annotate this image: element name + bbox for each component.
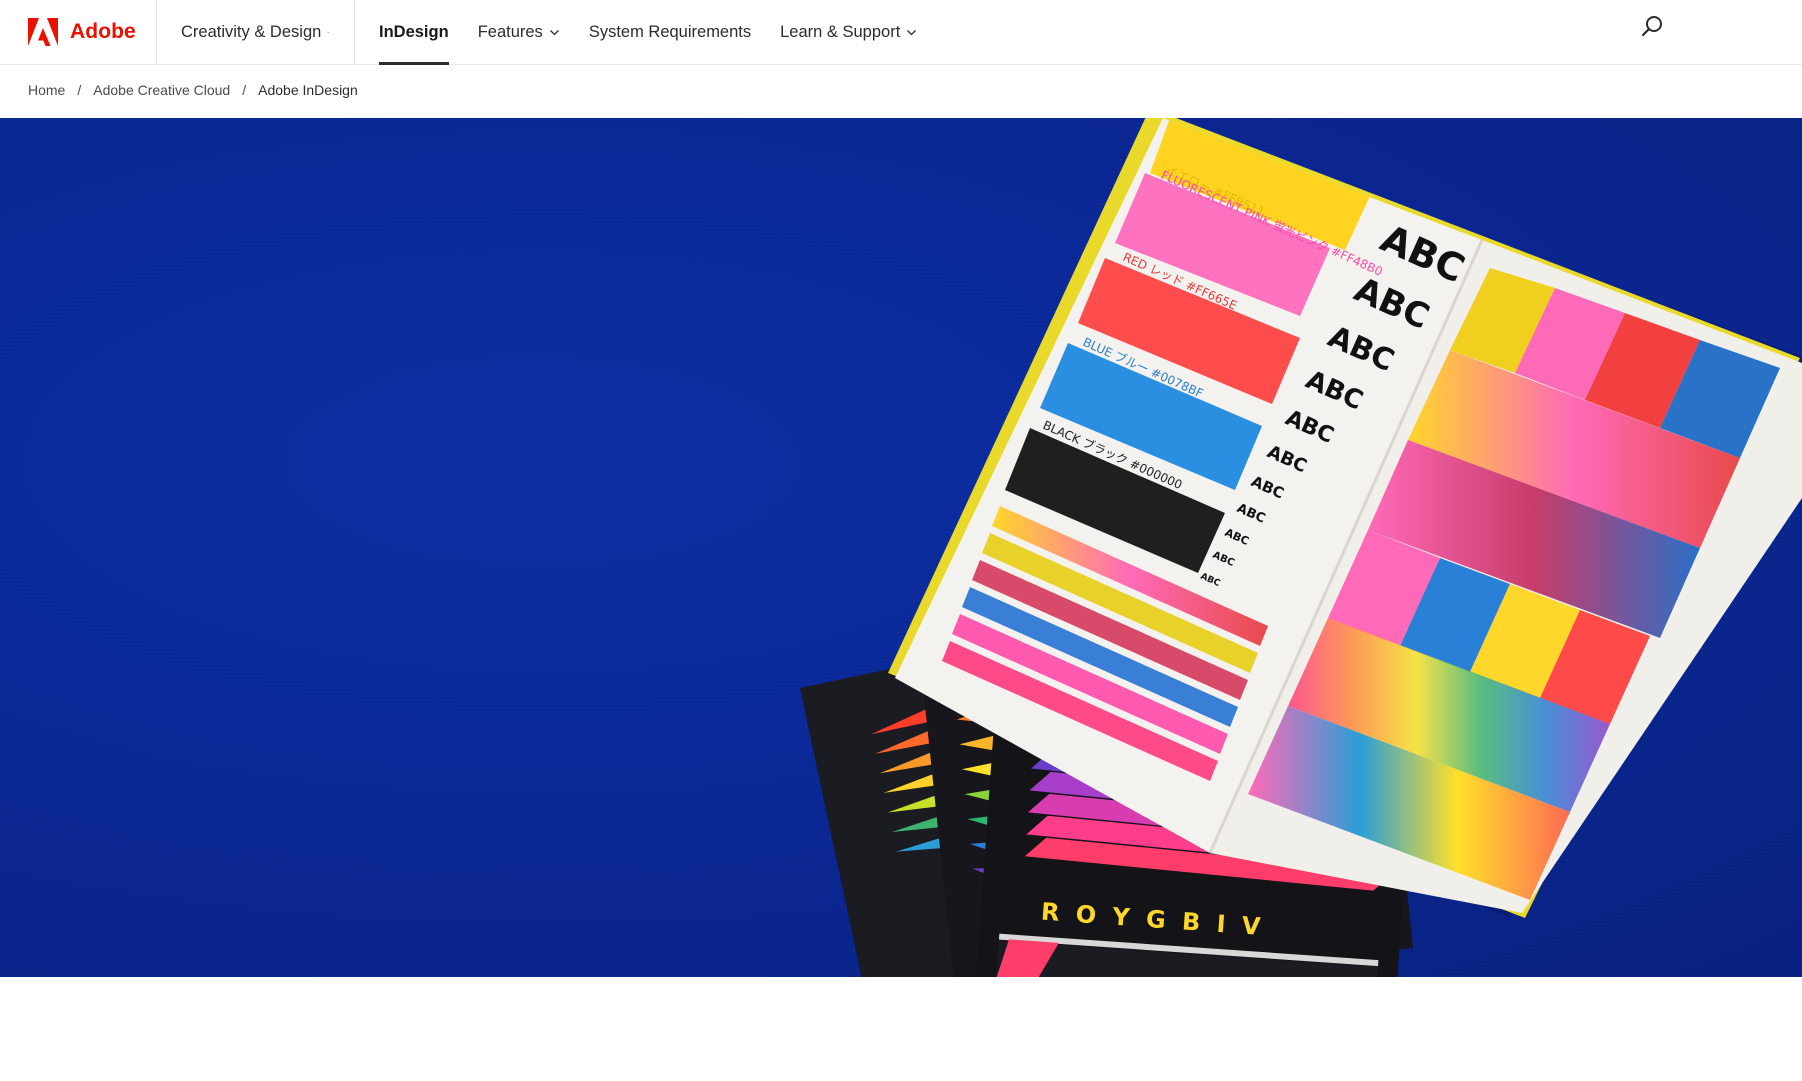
breadcrumb: Home / Adobe Creative Cloud / Adobe InDe… — [28, 82, 358, 98]
breadcrumb-creative-cloud[interactable]: Adobe Creative Cloud — [93, 82, 230, 98]
adobe-logo-link[interactable]: Adobe — [0, 0, 157, 64]
nav-system-requirements[interactable]: System Requirements — [589, 0, 751, 64]
chevron-down-icon — [549, 29, 559, 35]
nav-learn-support-label: Learn & Support — [780, 22, 901, 41]
nav-creativity-design[interactable]: Creativity & Design — [157, 0, 355, 64]
nav-indesign[interactable]: InDesign — [379, 0, 449, 65]
chevron-down-icon — [327, 31, 330, 33]
nav-indesign-label: InDesign — [379, 22, 449, 41]
search-icon — [1641, 16, 1662, 37]
adobe-logo-icon — [28, 18, 58, 46]
breadcrumb-separator: / — [77, 82, 82, 98]
breadcrumb-separator: / — [242, 82, 247, 98]
brand-name: Adobe — [70, 20, 136, 43]
nav-features-label: Features — [477, 22, 543, 41]
chevron-down-icon — [907, 29, 917, 35]
hero-image-color-booklets: R O Y G B I V ABC ABC ABC ABC ABC ABC AB… — [800, 118, 1802, 977]
hero-banner: R O Y G B I V ABC ABC ABC ABC ABC ABC AB… — [0, 118, 1802, 977]
search-button[interactable] — [1640, 13, 1666, 39]
nav-features[interactable]: Features — [478, 0, 560, 64]
nav-creativity-label: Creativity & Design — [181, 22, 322, 41]
nav-learn-support[interactable]: Learn & Support — [780, 0, 917, 64]
global-nav: Adobe Creativity & Design InDesign Featu… — [0, 0, 1802, 65]
nav-system-requirements-label: System Requirements — [588, 22, 752, 41]
breadcrumb-current: Adobe InDesign — [258, 82, 358, 98]
breadcrumb-home[interactable]: Home — [28, 82, 65, 98]
